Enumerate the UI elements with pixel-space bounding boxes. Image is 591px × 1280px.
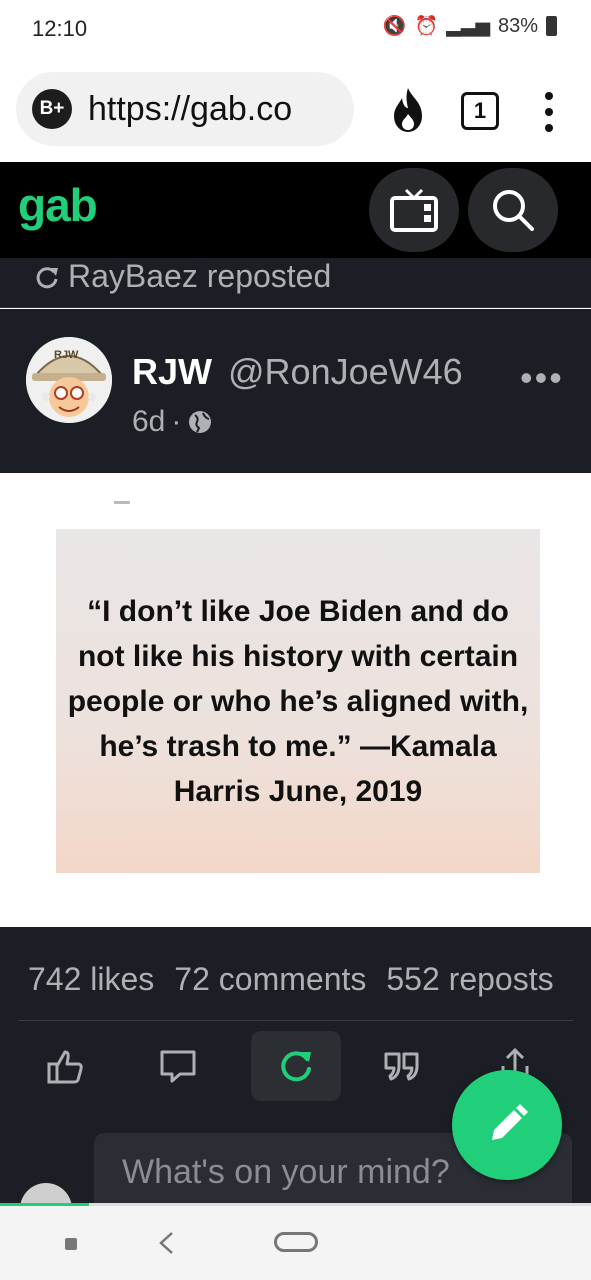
recent-apps-button[interactable]: [65, 1238, 77, 1250]
alarm-icon: ⏰: [414, 16, 439, 37]
repost-icon: [281, 1051, 311, 1082]
like-button[interactable]: [20, 1031, 110, 1101]
repost-button[interactable]: [251, 1031, 341, 1101]
browser-logo-badge[interactable]: B+: [32, 89, 72, 129]
quote-text: “I don’t like Joe Biden and do not like …: [67, 594, 529, 808]
fire-icon[interactable]: [386, 86, 430, 134]
battery-percent: 83%: [497, 14, 538, 37]
search-icon: [493, 190, 534, 231]
avatar-badge: RJW: [54, 349, 79, 361]
status-icons: 🔇 ⏰ ▂▃▅ 83%: [383, 14, 557, 38]
post-options-button[interactable]: •••: [520, 357, 564, 399]
pencil-icon: [492, 1104, 528, 1140]
quote-image[interactable]: “I don’t like Joe Biden and do not like …: [56, 529, 540, 873]
repost-text: RayBaez reposted: [68, 258, 332, 294]
gab-header: gab: [0, 162, 591, 258]
tab-count-button[interactable]: 1: [461, 92, 499, 130]
repost-banner: RayBaez reposted: [0, 258, 591, 308]
stats-line: 742 likes 72 comments 552 reposts: [28, 961, 554, 998]
post-meta: 6d ·: [132, 405, 213, 439]
tv-icon: [390, 188, 438, 232]
globe-icon: [189, 411, 212, 433]
meta-separator: ·: [171, 405, 182, 438]
tv-button[interactable]: [369, 168, 459, 252]
comment-icon: [160, 1050, 196, 1083]
browser-toolbar: B+ https://gab.co 1: [0, 58, 591, 162]
repost-icon: [36, 266, 58, 288]
quote-icon: [384, 1052, 419, 1081]
reposts-count[interactable]: 552 reposts: [386, 961, 553, 998]
likes-count[interactable]: 742 likes: [28, 961, 154, 998]
comments-count[interactable]: 72 comments: [174, 961, 366, 998]
mute-icon: 🔇: [382, 16, 407, 37]
comment-button[interactable]: [133, 1031, 223, 1101]
back-button[interactable]: [156, 1230, 176, 1256]
gab-logo[interactable]: gab: [18, 178, 98, 232]
image-artifact: [114, 501, 130, 504]
browser-menu-button[interactable]: [541, 92, 557, 132]
author-name[interactable]: RJW: [132, 351, 212, 393]
status-bar: 12:10 🔇 ⏰ ▂▃▅ 83%: [0, 0, 591, 58]
battery-icon: [546, 16, 557, 36]
url-text[interactable]: https://gab.co: [88, 90, 292, 129]
home-button[interactable]: [274, 1232, 318, 1252]
post-header: RJW RJW @RonJoeW46 ••• 6d ·: [0, 309, 591, 473]
search-button[interactable]: [468, 168, 558, 252]
post-image-area[interactable]: “I don’t like Joe Biden and do not like …: [0, 473, 591, 927]
author-handle[interactable]: @RonJoeW46: [228, 351, 463, 393]
post-age[interactable]: 6d: [132, 405, 165, 439]
repost-label[interactable]: RayBaez reposted: [34, 258, 331, 295]
avatar[interactable]: RJW: [26, 337, 112, 423]
status-time: 12:10: [32, 16, 88, 41]
url-bar[interactable]: B+ https://gab.co: [16, 72, 354, 146]
like-icon: [47, 1050, 83, 1084]
divider: [18, 1020, 573, 1021]
system-nav-bar: [0, 1206, 591, 1280]
lte-signal-icon: ▂▃▅: [446, 15, 490, 37]
compose-placeholder: What's on your mind?: [122, 1153, 450, 1191]
compose-fab-button[interactable]: [452, 1070, 562, 1180]
quote-button[interactable]: [357, 1031, 447, 1101]
